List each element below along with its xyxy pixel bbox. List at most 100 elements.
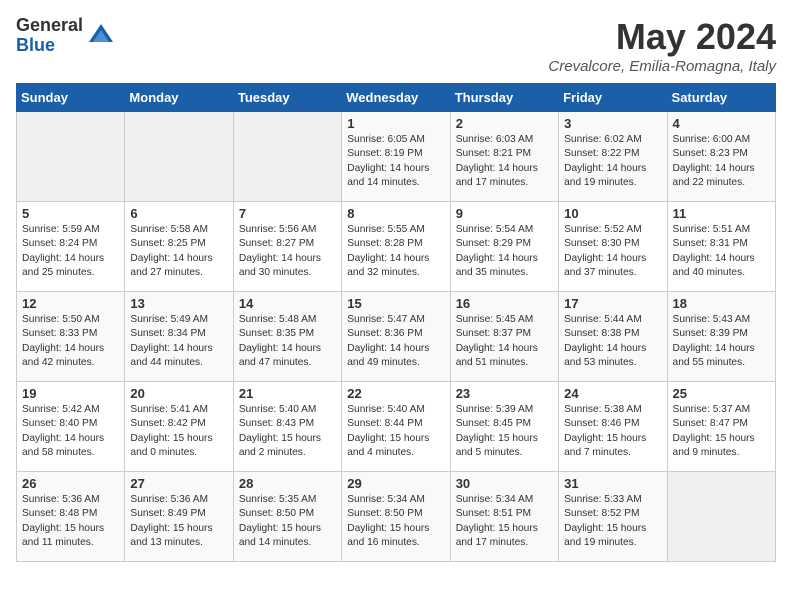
calendar-cell: 1Sunrise: 6:05 AMSunset: 8:19 PMDaylight… xyxy=(342,112,450,202)
col-header-sunday: Sunday xyxy=(17,84,125,112)
day-number: 22 xyxy=(347,386,444,401)
day-number: 27 xyxy=(130,476,227,491)
logo-general: General xyxy=(16,16,83,36)
cell-content: Sunrise: 5:51 AMSunset: 8:31 PMDaylight:… xyxy=(673,223,770,280)
calendar-week-5: 26 Sunrise: 5:36 AMSunset: 8:48 PMDayligh… xyxy=(17,472,776,562)
logo: General Blue xyxy=(16,16,115,56)
day-number: 29 xyxy=(347,476,444,491)
cell-content: Sunrise: 5:54 AMSunset: 8:29 PMDaylight:… xyxy=(456,223,553,280)
day-number: 24 xyxy=(564,386,661,401)
calendar-week-3: 12Sunrise: 5:50 AMSunset: 8:33 PMDayligh… xyxy=(17,292,776,382)
cell-content: Sunrise: 5:33 AMSunset: 8:52 PMDaylight:… xyxy=(564,493,661,550)
cell-content: Sunrise: 5:38 AMSunset: 8:46 PMDaylight:… xyxy=(564,403,661,460)
cell-content: Sunrise: 5:40 AMSunset: 8:43 PMDaylight:… xyxy=(239,403,336,460)
day-number: 25 xyxy=(673,386,770,401)
calendar-cell: 31 Sunrise: 5:33 AMSunset: 8:52 PMDayligh… xyxy=(559,472,667,562)
calendar-cell: 11 Sunrise: 5:51 AMSunset: 8:31 PMDayligh… xyxy=(667,202,775,292)
calendar-week-2: 5 Sunrise: 5:59 AMSunset: 8:24 PMDaylight… xyxy=(17,202,776,292)
cell-content: Sunrise: 6:03 AMSunset: 8:21 PMDaylight:… xyxy=(456,133,553,190)
calendar-cell: 19Sunrise: 5:42 AMSunset: 8:40 PMDayligh… xyxy=(17,382,125,472)
calendar-cell: 26 Sunrise: 5:36 AMSunset: 8:48 PMDayligh… xyxy=(17,472,125,562)
cell-content: Sunrise: 6:02 AMSunset: 8:22 PMDaylight:… xyxy=(564,133,661,190)
day-number: 8 xyxy=(347,206,444,221)
day-number: 15 xyxy=(347,296,444,311)
calendar-cell xyxy=(17,112,125,202)
cell-content: Sunrise: 5:35 AMSunset: 8:50 PMDaylight:… xyxy=(239,493,336,550)
day-number: 18 xyxy=(673,296,770,311)
cell-content: Sunrise: 5:49 AMSunset: 8:34 PMDaylight:… xyxy=(130,313,227,370)
cell-content: Sunrise: 5:39 AMSunset: 8:45 PMDaylight:… xyxy=(456,403,553,460)
calendar-cell: 7Sunrise: 5:56 AMSunset: 8:27 PMDaylight… xyxy=(233,202,341,292)
col-header-friday: Friday xyxy=(559,84,667,112)
logo-icon xyxy=(87,22,115,50)
day-number: 10 xyxy=(564,206,661,221)
cell-content: Sunrise: 5:42 AMSunset: 8:40 PMDaylight:… xyxy=(22,403,119,460)
day-number: 11 xyxy=(673,206,770,221)
calendar-cell: 28 Sunrise: 5:35 AMSunset: 8:50 PMDayligh… xyxy=(233,472,341,562)
month-title: May 2024 xyxy=(548,16,776,58)
day-number: 16 xyxy=(456,296,553,311)
cell-content: Sunrise: 5:44 AMSunset: 8:38 PMDaylight:… xyxy=(564,313,661,370)
cell-content: Sunrise: 5:55 AMSunset: 8:28 PMDaylight:… xyxy=(347,223,444,280)
cell-content: Sunrise: 5:34 AMSunset: 8:50 PMDaylight:… xyxy=(347,493,444,550)
cell-content: Sunrise: 5:34 AMSunset: 8:51 PMDaylight:… xyxy=(456,493,553,550)
calendar-cell: 23 Sunrise: 5:39 AMSunset: 8:45 PMDayligh… xyxy=(450,382,558,472)
cell-content: Sunrise: 5:50 AMSunset: 8:33 PMDaylight:… xyxy=(22,313,119,370)
cell-content: Sunrise: 5:47 AMSunset: 8:36 PMDaylight:… xyxy=(347,313,444,370)
calendar-cell: 21 Sunrise: 5:40 AMSunset: 8:43 PMDayligh… xyxy=(233,382,341,472)
title-block: May 2024 Crevalcore, Emilia-Romagna, Ita… xyxy=(548,16,776,75)
col-header-monday: Monday xyxy=(125,84,233,112)
calendar-cell: 15 Sunrise: 5:47 AMSunset: 8:36 PMDayligh… xyxy=(342,292,450,382)
day-number: 2 xyxy=(456,116,553,131)
calendar-cell: 4 Sunrise: 6:00 AMSunset: 8:23 PMDaylight… xyxy=(667,112,775,202)
day-number: 6 xyxy=(130,206,227,221)
calendar-cell: 18 Sunrise: 5:43 AMSunset: 8:39 PMDayligh… xyxy=(667,292,775,382)
cell-content: Sunrise: 5:36 AMSunset: 8:48 PMDaylight:… xyxy=(22,493,119,550)
cell-content: Sunrise: 5:40 AMSunset: 8:44 PMDaylight:… xyxy=(347,403,444,460)
cell-content: Sunrise: 5:37 AMSunset: 8:47 PMDaylight:… xyxy=(673,403,770,460)
page-header: General Blue May 2024 Crevalcore, Emilia… xyxy=(16,16,776,75)
header-row: SundayMondayTuesdayWednesdayThursdayFrid… xyxy=(17,84,776,112)
col-header-wednesday: Wednesday xyxy=(342,84,450,112)
calendar-cell: 9 Sunrise: 5:54 AMSunset: 8:29 PMDaylight… xyxy=(450,202,558,292)
calendar-cell: 12Sunrise: 5:50 AMSunset: 8:33 PMDayligh… xyxy=(17,292,125,382)
cell-content: Sunrise: 5:59 AMSunset: 8:24 PMDaylight:… xyxy=(22,223,119,280)
day-number: 5 xyxy=(22,206,119,221)
calendar-cell: 3Sunrise: 6:02 AMSunset: 8:22 PMDaylight… xyxy=(559,112,667,202)
day-number: 14 xyxy=(239,296,336,311)
day-number: 31 xyxy=(564,476,661,491)
col-header-saturday: Saturday xyxy=(667,84,775,112)
calendar-cell: 10Sunrise: 5:52 AMSunset: 8:30 PMDayligh… xyxy=(559,202,667,292)
cell-content: Sunrise: 5:45 AMSunset: 8:37 PMDaylight:… xyxy=(456,313,553,370)
col-header-tuesday: Tuesday xyxy=(233,84,341,112)
day-number: 28 xyxy=(239,476,336,491)
calendar-week-1: 1Sunrise: 6:05 AMSunset: 8:19 PMDaylight… xyxy=(17,112,776,202)
cell-content: Sunrise: 5:43 AMSunset: 8:39 PMDaylight:… xyxy=(673,313,770,370)
calendar-cell: 6Sunrise: 5:58 AMSunset: 8:25 PMDaylight… xyxy=(125,202,233,292)
calendar-cell: 27Sunrise: 5:36 AMSunset: 8:49 PMDayligh… xyxy=(125,472,233,562)
calendar-cell: 20Sunrise: 5:41 AMSunset: 8:42 PMDayligh… xyxy=(125,382,233,472)
calendar-cell: 5 Sunrise: 5:59 AMSunset: 8:24 PMDaylight… xyxy=(17,202,125,292)
day-number: 26 xyxy=(22,476,119,491)
calendar-cell xyxy=(667,472,775,562)
day-number: 23 xyxy=(456,386,553,401)
calendar-cell: 2 Sunrise: 6:03 AMSunset: 8:21 PMDaylight… xyxy=(450,112,558,202)
calendar-cell: 29 Sunrise: 5:34 AMSunset: 8:50 PMDayligh… xyxy=(342,472,450,562)
calendar-cell xyxy=(125,112,233,202)
cell-content: Sunrise: 6:00 AMSunset: 8:23 PMDaylight:… xyxy=(673,133,770,190)
calendar-cell: 24 Sunrise: 5:38 AMSunset: 8:46 PMDayligh… xyxy=(559,382,667,472)
calendar-cell: 8 Sunrise: 5:55 AMSunset: 8:28 PMDaylight… xyxy=(342,202,450,292)
day-number: 21 xyxy=(239,386,336,401)
day-number: 4 xyxy=(673,116,770,131)
day-number: 9 xyxy=(456,206,553,221)
cell-content: Sunrise: 6:05 AMSunset: 8:19 PMDaylight:… xyxy=(347,133,444,190)
calendar-week-4: 19Sunrise: 5:42 AMSunset: 8:40 PMDayligh… xyxy=(17,382,776,472)
location: Crevalcore, Emilia-Romagna, Italy xyxy=(548,58,776,75)
calendar-cell: 16 Sunrise: 5:45 AMSunset: 8:37 PMDayligh… xyxy=(450,292,558,382)
col-header-thursday: Thursday xyxy=(450,84,558,112)
calendar-cell: 17Sunrise: 5:44 AMSunset: 8:38 PMDayligh… xyxy=(559,292,667,382)
logo-blue: Blue xyxy=(16,36,83,56)
day-number: 13 xyxy=(130,296,227,311)
calendar-cell: 25 Sunrise: 5:37 AMSunset: 8:47 PMDayligh… xyxy=(667,382,775,472)
day-number: 7 xyxy=(239,206,336,221)
